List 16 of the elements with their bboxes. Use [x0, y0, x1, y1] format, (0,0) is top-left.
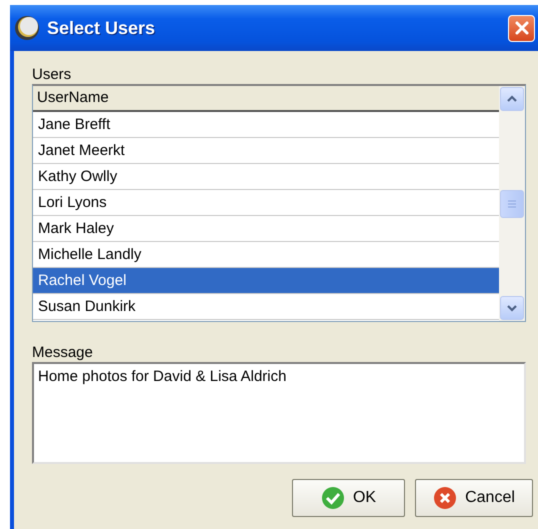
users-label: Users: [32, 66, 72, 84]
close-icon: [433, 486, 458, 510]
scroll-thumb[interactable]: [500, 190, 524, 218]
check-icon: [320, 486, 345, 510]
close-icon: [514, 20, 530, 36]
message-label: Message: [32, 344, 94, 362]
message-field[interactable]: Home photos for David & Lisa Aldrich: [32, 362, 526, 464]
close-button[interactable]: [508, 14, 535, 42]
scroll-up-button[interactable]: [500, 87, 524, 111]
globe-icon: [14, 15, 40, 41]
user-row[interactable]: Rachel Vogel: [33, 268, 499, 294]
column-header[interactable]: UserName: [33, 86, 499, 112]
cancel-button[interactable]: Cancel: [415, 479, 533, 517]
ok-button[interactable]: OK: [292, 479, 405, 517]
scroll-down-button[interactable]: [500, 296, 524, 320]
window-title: Select Users: [47, 18, 156, 38]
